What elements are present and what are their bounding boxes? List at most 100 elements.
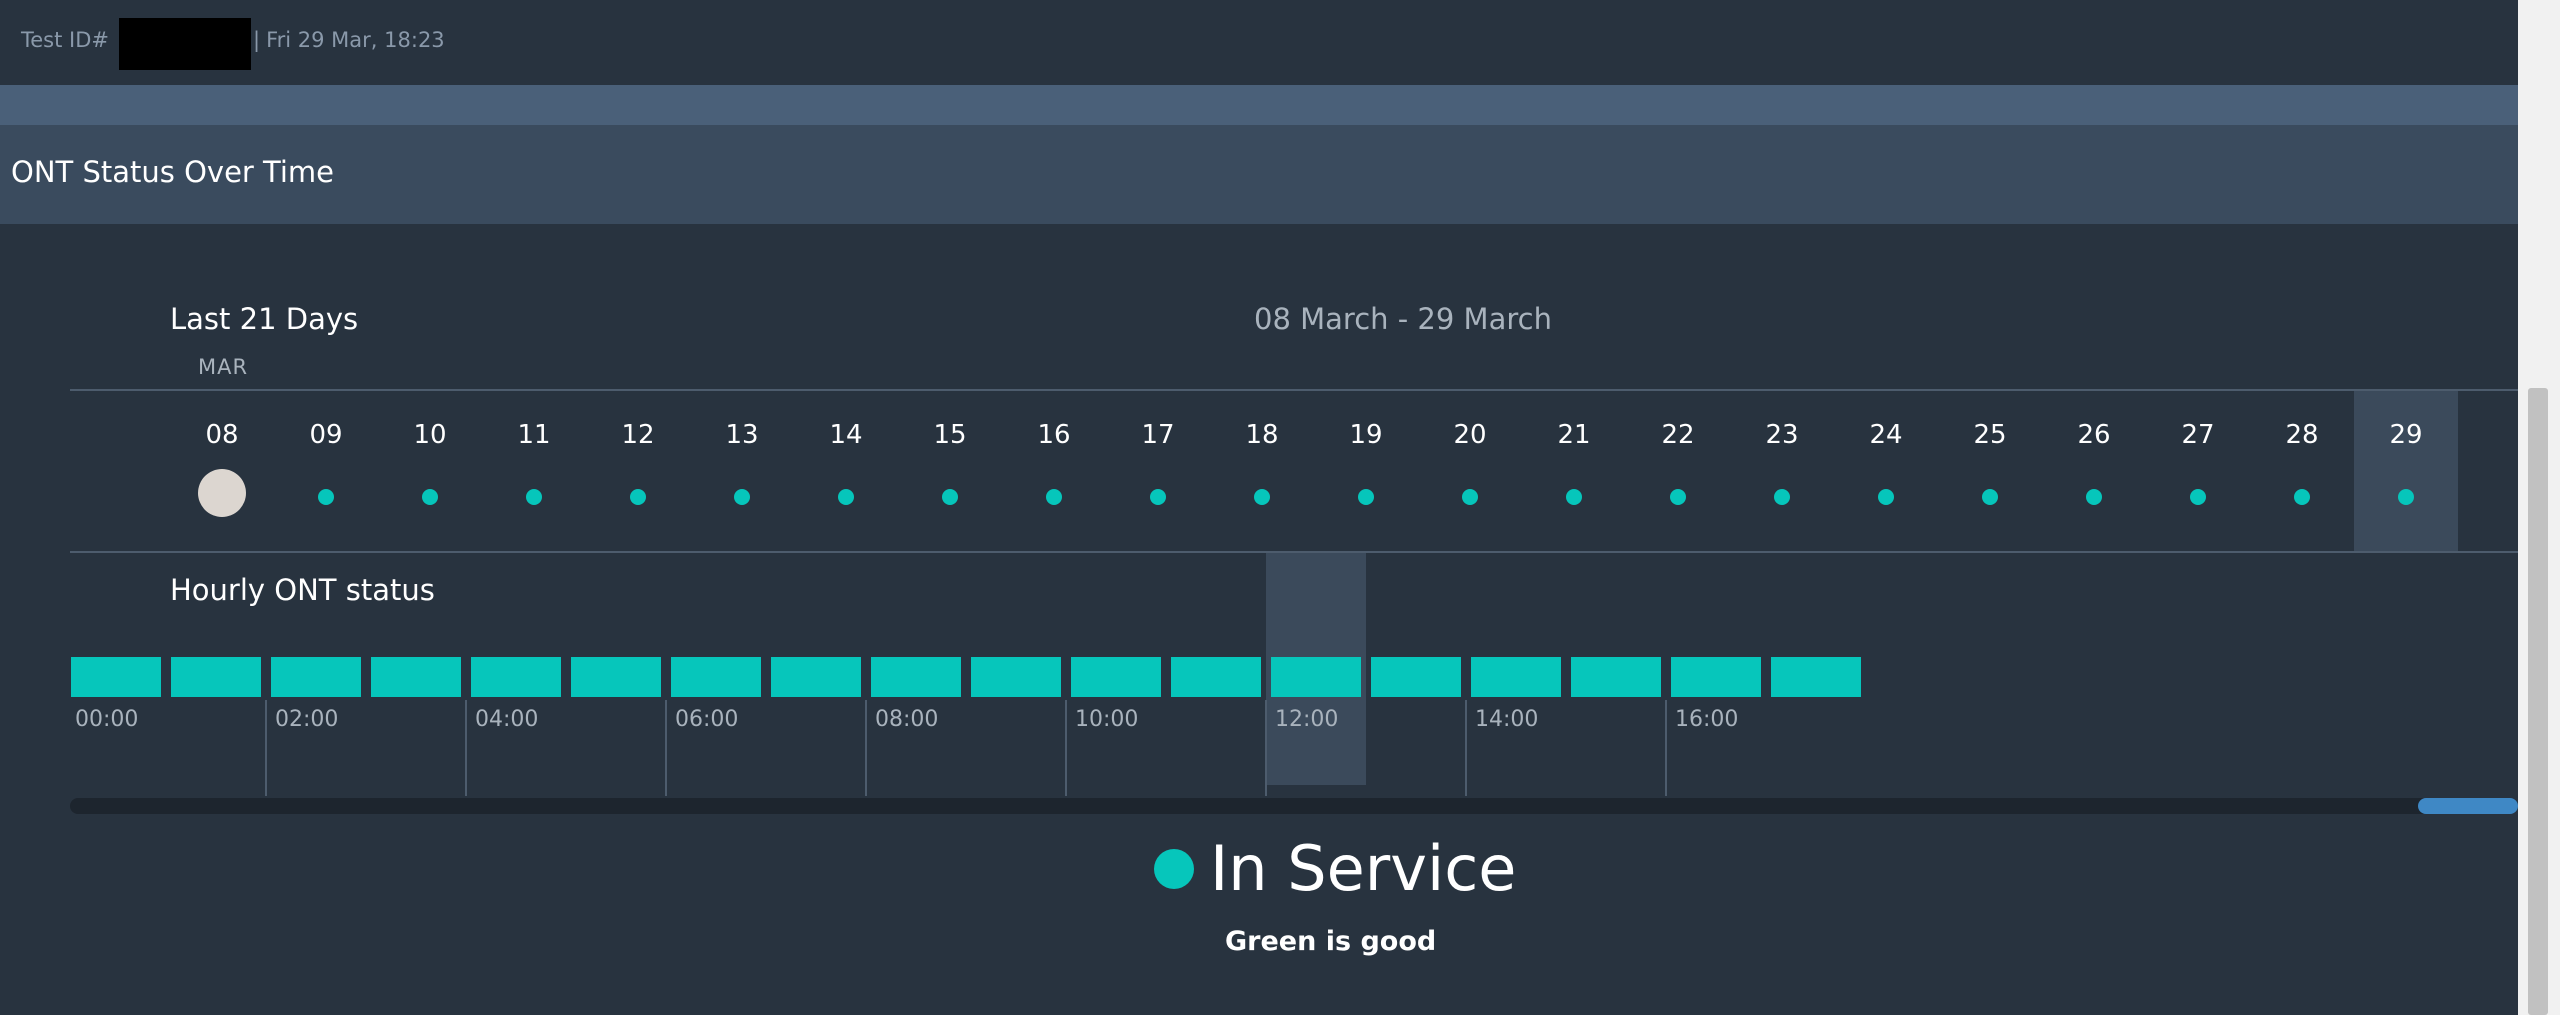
day-status-dot[interactable]: [422, 489, 438, 505]
in-service-dot-icon: [1154, 848, 1194, 889]
hour-status-block[interactable]: [1571, 657, 1661, 697]
hour-status-block[interactable]: [571, 657, 661, 697]
timestamp: Fri 29 Mar, 18:23: [266, 28, 445, 52]
hour-tick: [1465, 700, 1467, 796]
day-status-dot[interactable]: [1566, 489, 1582, 505]
day-status-dot[interactable]: [1878, 489, 1894, 505]
hour-status-block[interactable]: [1771, 657, 1861, 697]
day-label-28[interactable]: 28: [2272, 420, 2332, 450]
hour-status-block[interactable]: [871, 657, 961, 697]
hour-status-block[interactable]: [271, 657, 361, 697]
hour-label: 08:00: [875, 707, 939, 732]
section-header: [0, 125, 2518, 224]
legend: In Service: [1154, 832, 1516, 905]
hour-status-block[interactable]: [471, 657, 561, 697]
day-label-08[interactable]: 08: [192, 420, 252, 450]
hour-label: 12:00: [1275, 707, 1339, 732]
range-label: Last 21 Days: [170, 302, 359, 336]
highlighted-day-column: [2354, 391, 2458, 552]
day-status-dot[interactable]: [942, 489, 958, 505]
day-status-dot[interactable]: [1046, 489, 1062, 505]
hour-tick: [1265, 700, 1267, 796]
day-label-27[interactable]: 27: [2168, 420, 2228, 450]
hour-status-block[interactable]: [1171, 657, 1261, 697]
hour-status-block[interactable]: [671, 657, 761, 697]
day-status-dot[interactable]: [2086, 489, 2102, 505]
redacted-test-id: [119, 18, 251, 70]
day-status-dot[interactable]: [1670, 489, 1686, 505]
day-status-dot[interactable]: [838, 489, 854, 505]
day-status-dot[interactable]: [1774, 489, 1790, 505]
hour-label: 10:00: [1075, 707, 1139, 732]
day-label-16[interactable]: 16: [1024, 420, 1084, 450]
hour-status-block[interactable]: [1471, 657, 1561, 697]
section-title: ONT Status Over Time: [11, 155, 335, 189]
hour-label: 00:00: [75, 707, 139, 732]
hour-label: 04:00: [475, 707, 539, 732]
hour-status-block[interactable]: [71, 657, 161, 697]
day-status-dot[interactable]: [2190, 489, 2206, 505]
hour-tick: [1665, 700, 1667, 796]
day-label-09[interactable]: 09: [296, 420, 356, 450]
day-label-19[interactable]: 19: [1336, 420, 1396, 450]
day-label-12[interactable]: 12: [608, 420, 668, 450]
hourly-label: Hourly ONT status: [170, 573, 435, 607]
hour-label: 02:00: [275, 707, 339, 732]
day-status-dot[interactable]: [318, 489, 334, 505]
hour-status-block[interactable]: [1671, 657, 1761, 697]
hour-tick: [865, 700, 867, 796]
day-label-23[interactable]: 23: [1752, 420, 1812, 450]
hour-status-block[interactable]: [171, 657, 261, 697]
horizontal-scrollbar-thumb[interactable]: [2418, 798, 2518, 814]
day-label-11[interactable]: 11: [504, 420, 564, 450]
day-label-10[interactable]: 10: [400, 420, 460, 450]
hour-label: 14:00: [1475, 707, 1539, 732]
legend-note: Green is good: [1225, 926, 1437, 957]
legend-status: In Service: [1210, 832, 1517, 905]
day-label-25[interactable]: 25: [1960, 420, 2020, 450]
hour-tick: [265, 700, 267, 796]
day-label-18[interactable]: 18: [1232, 420, 1292, 450]
day-status-dot[interactable]: [630, 489, 646, 505]
date-range: 08 March - 29 March: [1254, 302, 1552, 336]
divider-top: [70, 389, 2518, 391]
hour-label: 16:00: [1675, 707, 1739, 732]
day-status-dot[interactable]: [1982, 489, 1998, 505]
day-label-15[interactable]: 15: [920, 420, 980, 450]
top-band: [0, 85, 2518, 125]
hour-tick: [1065, 700, 1067, 796]
day-status-dot[interactable]: [1254, 489, 1270, 505]
day-status-dot[interactable]: [1462, 489, 1478, 505]
hour-status-block[interactable]: [771, 657, 861, 697]
vertical-scrollbar-thumb[interactable]: [2528, 388, 2548, 1015]
day-label-17[interactable]: 17: [1128, 420, 1188, 450]
test-id-line: Test ID# | Fri 29 Mar, 18:23: [21, 14, 445, 70]
hour-status-block[interactable]: [971, 657, 1061, 697]
day-status-dot[interactable]: [2294, 489, 2310, 505]
day-label-26[interactable]: 26: [2064, 420, 2124, 450]
day-status-dot[interactable]: [526, 489, 542, 505]
day-label-20[interactable]: 20: [1440, 420, 1500, 450]
day-label-24[interactable]: 24: [1856, 420, 1916, 450]
hour-label: 06:00: [675, 707, 739, 732]
hour-status-block[interactable]: [371, 657, 461, 697]
day-label-22[interactable]: 22: [1648, 420, 1708, 450]
hour-tick: [465, 700, 467, 796]
hour-status-block[interactable]: [1271, 657, 1361, 697]
day-status-dot[interactable]: [1358, 489, 1374, 505]
day-status-dot[interactable]: [1150, 489, 1166, 505]
test-id-label: Test ID#: [21, 28, 109, 52]
selected-day-dot[interactable]: [198, 469, 246, 517]
separator: |: [253, 28, 261, 52]
day-label-29[interactable]: 29: [2376, 420, 2436, 450]
horizontal-scrollbar-track[interactable]: [70, 798, 2518, 814]
month-label: MAR: [198, 355, 249, 379]
day-status-dot[interactable]: [2398, 489, 2414, 505]
day-status-dot[interactable]: [734, 489, 750, 505]
day-label-21[interactable]: 21: [1544, 420, 1604, 450]
hour-tick: [665, 700, 667, 796]
hour-status-block[interactable]: [1071, 657, 1161, 697]
hour-status-block[interactable]: [1371, 657, 1461, 697]
day-label-14[interactable]: 14: [816, 420, 876, 450]
day-label-13[interactable]: 13: [712, 420, 772, 450]
